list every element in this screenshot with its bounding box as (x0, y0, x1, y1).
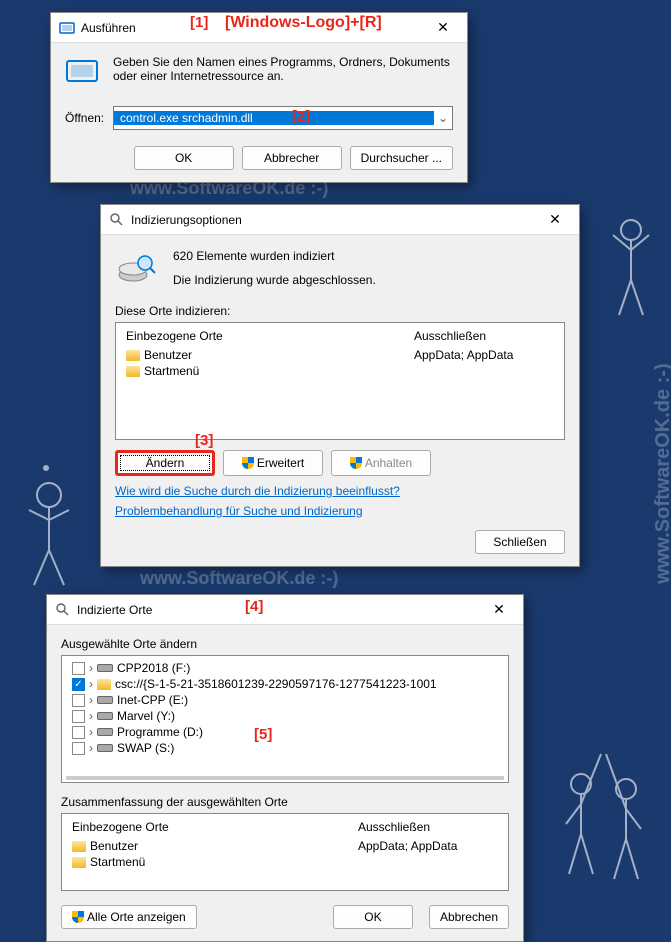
col-included: Einbezogene Orte (126, 329, 414, 343)
locations-list[interactable]: Einbezogene Orte Ausschließen Benutzer Ap… (115, 322, 565, 440)
tree-item[interactable]: › Programme (D:) (62, 724, 508, 740)
help-link-2[interactable]: Problembehandlung für Suche und Indizier… (115, 504, 363, 518)
indexing-status: Die Indizierung wurde abgeschlossen. (173, 273, 565, 287)
tree-item[interactable]: ✓› csc://{S-1-5-21-3518601239-2290597176-… (62, 676, 508, 692)
expand-icon[interactable]: › (85, 661, 97, 675)
watermark-text: www.SoftwareOK.de :-) (140, 568, 338, 589)
close-button[interactable]: ✕ (535, 206, 575, 234)
shield-icon (72, 911, 84, 923)
command-input[interactable] (114, 111, 434, 125)
show-all-button[interactable]: Alle Orte anzeigen (61, 905, 197, 929)
ok-button[interactable]: OK (134, 146, 234, 170)
tree-scrollbar[interactable] (66, 776, 504, 780)
drive-icon (97, 696, 113, 704)
drive-icon (97, 712, 113, 720)
open-label: Öffnen: (65, 111, 105, 125)
decoration-figure (14, 460, 84, 600)
list-item[interactable]: Benutzer AppData; AppData (116, 347, 564, 363)
tree-item-label: Inet-CPP (E:) (117, 693, 188, 707)
tree-item[interactable]: › CPP2018 (F:) (62, 660, 508, 676)
close-dialog-button[interactable]: Schließen (475, 530, 565, 554)
col-excluded: Ausschließen (358, 820, 498, 834)
location-checkbox[interactable] (72, 662, 85, 675)
run-title: Ausführen (81, 21, 423, 35)
expand-icon[interactable]: › (85, 677, 97, 691)
run-dialog: Ausführen ✕ Geben Sie den Namen eines Pr… (50, 12, 468, 183)
drive-search-icon (115, 247, 157, 292)
locations-title: Indizierte Orte (77, 603, 479, 617)
location-checkbox[interactable] (72, 710, 85, 723)
run-app-icon (65, 55, 99, 92)
col-excluded: Ausschließen (414, 329, 554, 343)
expand-icon[interactable]: › (85, 709, 97, 723)
tree-item[interactable]: › SWAP (S:) (62, 740, 508, 756)
indexed-count: 620 Elemente wurden indiziert (173, 249, 565, 263)
tree-item-label: Programme (D:) (117, 725, 203, 739)
location-exclude: AppData; AppData (414, 348, 554, 362)
command-input-wrapper: ⌄ (113, 106, 453, 130)
summary-list[interactable]: Einbezogene Orte Ausschließen Benutzer Ap… (61, 813, 509, 891)
cancel-button[interactable]: Abbrechen (429, 905, 509, 929)
advanced-button[interactable]: Erweitert (223, 450, 323, 476)
location-name: Startmenü (90, 855, 145, 869)
ok-button[interactable]: OK (333, 905, 413, 929)
browse-button[interactable]: Durchsucher ... (350, 146, 453, 170)
modify-button[interactable]: Ändern (115, 450, 215, 476)
indexing-dialog: Indizierungsoptionen ✕ 620 Elemente wurd… (100, 204, 580, 567)
folder-icon (126, 366, 140, 377)
tree-item[interactable]: › Inet-CPP (E:) (62, 692, 508, 708)
chevron-down-icon[interactable]: ⌄ (434, 111, 452, 125)
location-checkbox[interactable] (72, 726, 85, 739)
search-icon (55, 602, 71, 618)
indexing-title: Indizierungsoptionen (131, 213, 535, 227)
tree-item[interactable]: › Marvel (Y:) (62, 708, 508, 724)
run-description: Geben Sie den Namen eines Programms, Ord… (113, 55, 453, 92)
location-checkbox[interactable] (72, 742, 85, 755)
shield-icon (350, 457, 362, 469)
change-locations-label: Ausgewählte Orte ändern (61, 637, 509, 651)
search-icon (109, 212, 125, 228)
expand-icon[interactable]: › (85, 741, 97, 755)
location-name: Benutzer (144, 348, 192, 362)
folder-icon (97, 679, 111, 690)
locations-tree[interactable]: ›CPP2018 (F:)✓›csc://{S-1-5-21-351860123… (61, 655, 509, 783)
list-item[interactable]: Benutzer AppData; AppData (62, 838, 508, 854)
help-link-1[interactable]: Wie wird die Suche durch die Indizierung… (115, 484, 400, 498)
location-checkbox[interactable]: ✓ (72, 678, 85, 691)
list-item[interactable]: Startmenü (62, 854, 508, 870)
locations-label: Diese Orte indizieren: (115, 304, 565, 318)
expand-icon[interactable]: › (85, 693, 97, 707)
shield-icon (242, 457, 254, 469)
list-item[interactable]: Startmenü (116, 363, 564, 379)
tree-item-label: Marvel (Y:) (117, 709, 175, 723)
close-button[interactable]: ✕ (479, 596, 519, 624)
close-button[interactable]: ✕ (423, 14, 463, 42)
tree-item-label: csc://{S-1-5-21-3518601239-2290597176-12… (115, 677, 437, 691)
location-name: Startmenü (144, 364, 199, 378)
tree-item-label: SWAP (S:) (117, 741, 174, 755)
decoration-figure (601, 200, 661, 330)
drive-icon (97, 664, 113, 672)
summary-label: Zusammenfassung der ausgewählten Orte (61, 795, 509, 809)
expand-icon[interactable]: › (85, 725, 97, 739)
location-checkbox[interactable] (72, 694, 85, 707)
locations-titlebar: Indizierte Orte ✕ (47, 595, 523, 625)
run-titlebar: Ausführen ✕ (51, 13, 467, 43)
location-name: Benutzer (90, 839, 138, 853)
col-included: Einbezogene Orte (72, 820, 358, 834)
indexing-titlebar: Indizierungsoptionen ✕ (101, 205, 579, 235)
folder-icon (126, 350, 140, 361)
tree-item-label: CPP2018 (F:) (117, 661, 190, 675)
watermark-text-vertical: www.SoftwareOK.de :-) (652, 363, 671, 583)
folder-icon (72, 857, 86, 868)
folder-icon (72, 841, 86, 852)
run-icon (59, 20, 75, 36)
drive-icon (97, 744, 113, 752)
decoration-figure (541, 694, 661, 894)
pause-button[interactable]: Anhalten (331, 450, 431, 476)
locations-dialog: Indizierte Orte ✕ Ausgewählte Orte änder… (46, 594, 524, 942)
cancel-button[interactable]: Abbrecher (242, 146, 342, 170)
drive-icon (97, 728, 113, 736)
location-exclude: AppData; AppData (358, 839, 498, 853)
